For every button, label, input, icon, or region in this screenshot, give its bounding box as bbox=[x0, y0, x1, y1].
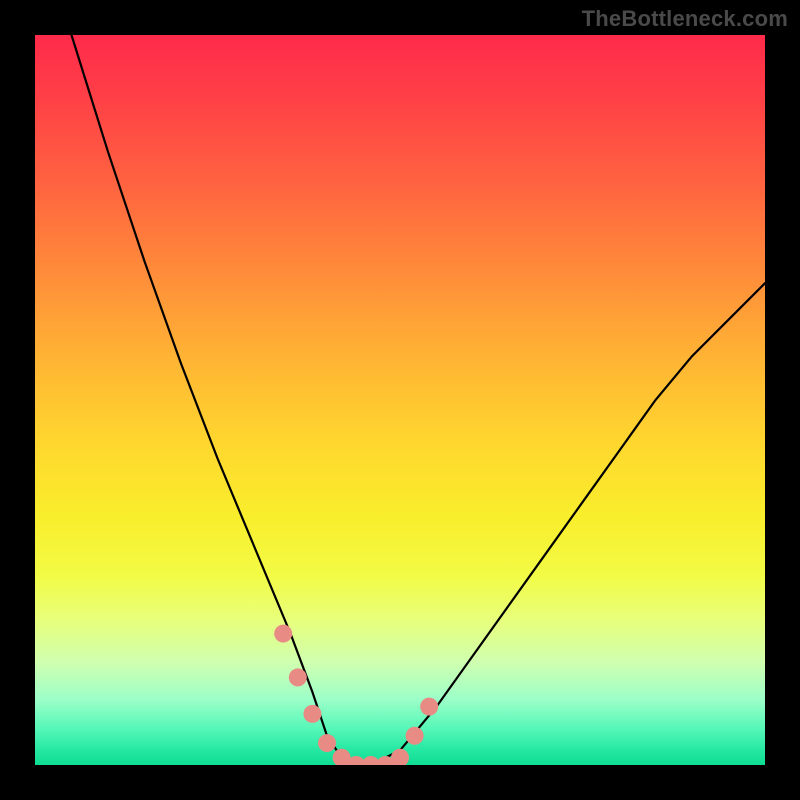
chart-plot-area bbox=[35, 35, 765, 765]
highlight-marker-dot bbox=[318, 734, 336, 752]
watermark-text: TheBottleneck.com bbox=[582, 6, 788, 32]
highlight-marker-dot bbox=[420, 698, 438, 716]
highlight-marker-dot bbox=[303, 705, 321, 723]
highlight-marker-dot bbox=[289, 668, 307, 686]
bottleneck-curve-line bbox=[72, 35, 766, 765]
highlight-marker-dot bbox=[274, 625, 292, 643]
chart-svg bbox=[35, 35, 765, 765]
highlight-marker-dot bbox=[391, 749, 409, 765]
highlight-marker-group bbox=[274, 625, 438, 765]
highlight-marker-dot bbox=[406, 727, 424, 745]
